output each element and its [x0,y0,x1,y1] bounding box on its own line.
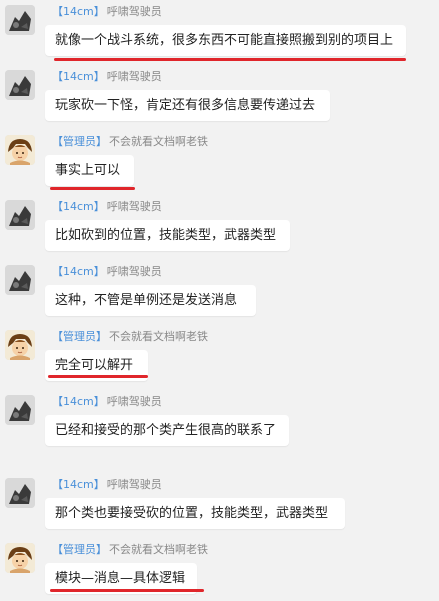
avatar-member[interactable] [5,200,35,230]
avatar-member[interactable] [5,5,35,35]
sender-line: 【管理员】 不会就看文档啊老铁 [52,543,208,557]
sender-line: 【14cm】 呼啸驾驶员 [52,70,162,84]
sender-nick: 呼啸驾驶员 [106,70,162,83]
avatar-member[interactable] [5,70,35,100]
message-bubble[interactable]: 玩家砍一下怪，肯定还有很多信息要传递过去 [45,90,330,121]
sender-tag: 【管理员】 [52,543,107,556]
sender-tag: 【管理员】 [52,135,107,148]
sender-line: 【14cm】 呼啸驾驶员 [52,5,162,19]
red-underline-mark [54,58,406,61]
chat-window: 【14cm】 呼啸驾驶员 就像一个战斗系统，很多东西不可能直接照搬到别的项目上 【… [0,0,439,601]
sender-line: 【14cm】 呼啸驾驶员 [52,265,162,279]
message-text: 就像一个战斗系统，很多东西不可能直接照搬到别的项目上 [55,33,394,48]
red-underline-mark [50,589,204,592]
avatar-admin[interactable] [5,135,35,165]
message-bubble[interactable]: 事实上可以 [45,155,134,186]
message-text: 完全可以解开 [55,358,134,373]
sender-line: 【管理员】 不会就看文档啊老铁 [52,330,208,344]
avatar-member[interactable] [5,395,35,425]
sender-line: 【管理员】 不会就看文档啊老铁 [52,135,208,149]
message-bubble[interactable]: 那个类也要接受砍的位置，技能类型，武器类型 [45,498,345,529]
sender-tag: 【14cm】 [52,265,105,278]
sender-nick: 呼啸驾驶员 [106,5,162,18]
sender-tag: 【14cm】 [52,70,105,83]
sender-nick: 呼啸驾驶员 [106,395,162,408]
message-bubble[interactable]: 已经和接受的那个类产生很高的联系了 [45,415,289,446]
message-bubble[interactable]: 比如砍到的位置，技能类型，武器类型 [45,220,290,251]
sender-line: 【14cm】 呼啸驾驶员 [52,200,162,214]
sender-tag: 【管理员】 [52,330,107,343]
message-text: 比如砍到的位置，技能类型，武器类型 [55,228,277,243]
message-text: 玩家砍一下怪，肯定还有很多信息要传递过去 [55,98,316,113]
sender-nick: 不会就看文档啊老铁 [109,135,208,148]
message-text: 这种，不管是单例还是发送消息 [55,293,238,308]
message-text: 已经和接受的那个类产生很高的联系了 [55,423,277,438]
message-bubble[interactable]: 这种，不管是单例还是发送消息 [45,285,256,316]
red-underline-mark [50,187,135,190]
sender-nick: 不会就看文档啊老铁 [109,543,208,556]
sender-line: 【14cm】 呼啸驾驶员 [52,478,162,492]
sender-tag: 【14cm】 [52,5,105,18]
sender-nick: 呼啸驾驶员 [106,478,162,491]
avatar-admin[interactable] [5,543,35,573]
sender-nick: 不会就看文档啊老铁 [109,330,208,343]
message-text: 事实上可以 [55,163,121,178]
avatar-admin[interactable] [5,330,35,360]
sender-tag: 【14cm】 [52,478,105,491]
red-underline-mark [48,375,148,378]
sender-tag: 【14cm】 [52,200,105,213]
message-text: 那个类也要接受砍的位置，技能类型，武器类型 [55,506,329,521]
message-text: 模块—消息—具体逻辑 [55,571,186,586]
sender-nick: 呼啸驾驶员 [106,265,162,278]
avatar-member[interactable] [5,478,35,508]
sender-nick: 呼啸驾驶员 [106,200,162,213]
sender-line: 【14cm】 呼啸驾驶员 [52,395,162,409]
sender-tag: 【14cm】 [52,395,105,408]
message-bubble[interactable]: 就像一个战斗系统，很多东西不可能直接照搬到别的项目上 [45,25,406,56]
avatar-member[interactable] [5,265,35,295]
